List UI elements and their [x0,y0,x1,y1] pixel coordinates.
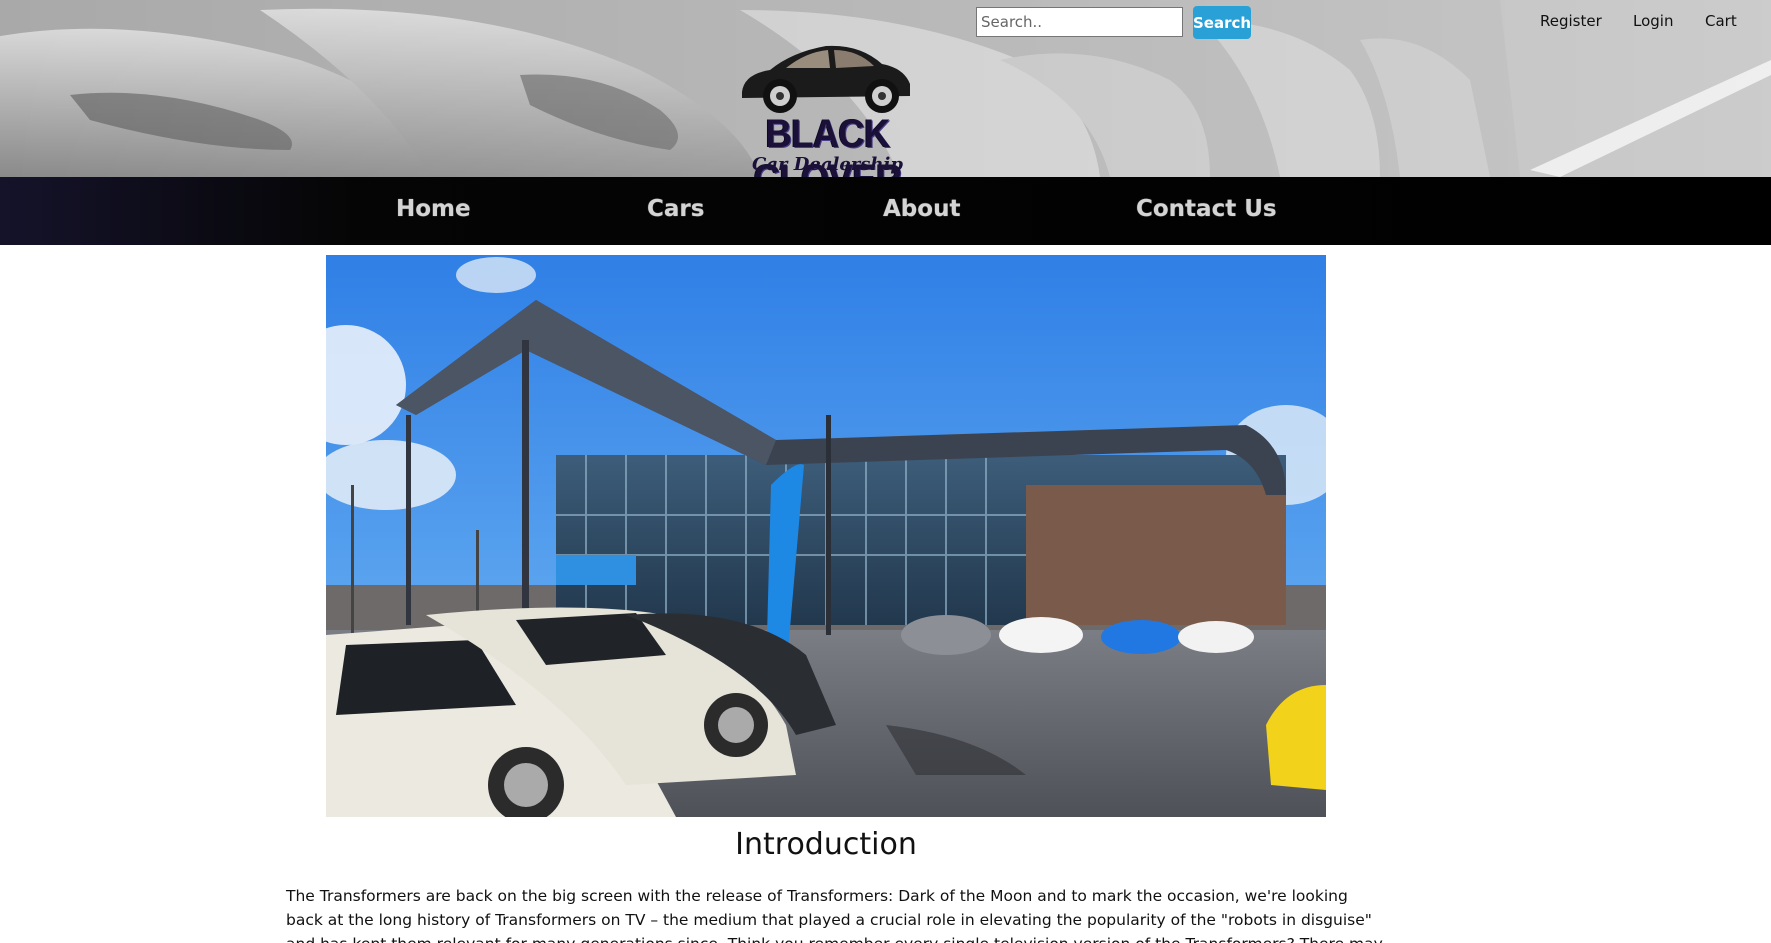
site-header: Search Register Login Cart BLACK CLOVER … [0,0,1771,177]
nav-item-cars[interactable]: Cars [647,196,704,222]
nav-item-about[interactable]: About [883,196,960,222]
search-button[interactable]: Search [1193,6,1251,39]
register-link[interactable]: Register [1540,12,1633,30]
car-icon [742,45,910,113]
logo-subtitle: Car Dealership [752,154,903,175]
nav-item-home[interactable]: Home [396,196,471,222]
nav-item-contact-us[interactable]: Contact Us [1136,196,1277,222]
login-link[interactable]: Login [1633,12,1705,30]
main-navbar: Home Cars About Contact Us [0,177,1771,245]
search-input[interactable] [976,7,1183,37]
page: Search Register Login Cart BLACK CLOVER … [0,0,1771,943]
cart-link[interactable]: Cart [1705,12,1737,30]
intro-paragraph: The Transformers are back on the big scr… [286,887,1383,943]
hero-image [326,255,1326,817]
section-title-introduction: Introduction [735,827,917,862]
account-links: Register Login Cart [1540,12,1737,30]
site-logo[interactable]: BLACK CLOVER Car Dealership [700,38,955,177]
